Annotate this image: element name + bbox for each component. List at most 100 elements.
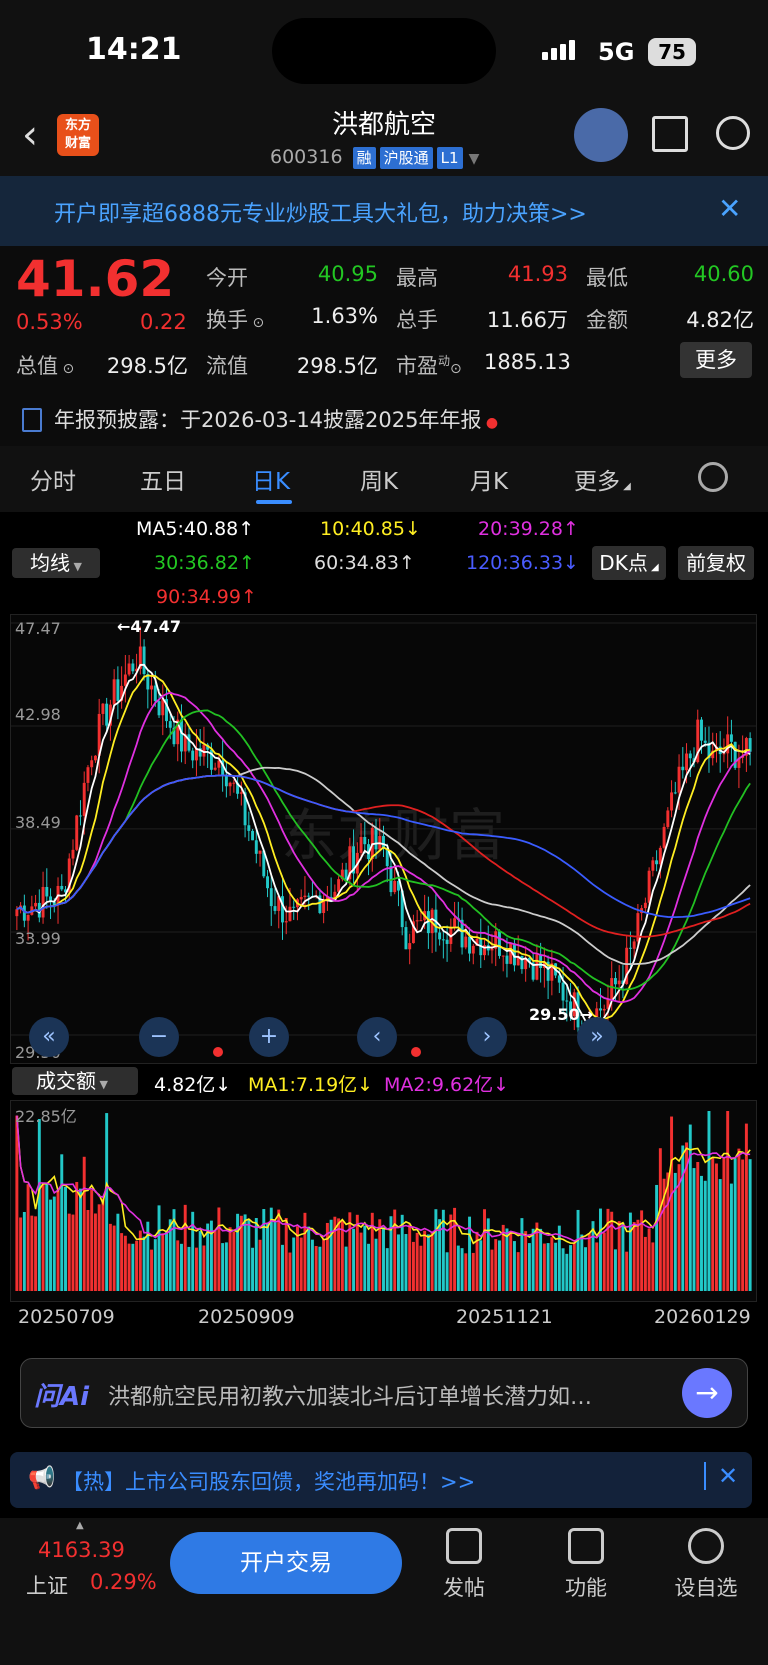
close-icon[interactable]: ✕ (718, 1462, 738, 1490)
dk-point-button[interactable]: DK点 ◢ (592, 546, 666, 580)
candle (213, 767, 217, 770)
candle (561, 982, 565, 1001)
volume-bar (101, 1198, 105, 1291)
volume-chart[interactable]: 22.85亿 (10, 1100, 757, 1302)
search-icon[interactable] (716, 116, 750, 150)
notice-text[interactable]: 年报预披露：于2026-03-14披露2025年年报 ● (54, 404, 498, 434)
kline-chart[interactable]: 东方财富 47.47 42.98 38.49 33.99 29.50 ←47.4… (10, 614, 757, 1064)
candle (105, 703, 109, 726)
volume-bar (281, 1244, 284, 1291)
ai-prompt-text[interactable]: 洪都航空民用初教六加装北斗后订单增长潜力如… (108, 1379, 592, 1411)
volume-bar (363, 1225, 367, 1291)
candle (703, 740, 707, 743)
volume-bar (430, 1231, 434, 1291)
scroll-left-icon[interactable]: ‹ (357, 1017, 397, 1057)
network-label: 5G (598, 38, 635, 66)
tab-monthly-k[interactable]: 月K (470, 462, 508, 496)
volume-ma2-line (16, 1115, 751, 1242)
candle (232, 782, 236, 784)
zoom-in-icon[interactable]: + (249, 1017, 289, 1057)
volume-bar (516, 1252, 520, 1291)
index-name[interactable]: 上证 (26, 1570, 68, 1600)
add-watchlist-button[interactable]: 设自选 (666, 1528, 746, 1602)
volume-bar (150, 1249, 154, 1291)
candle (404, 927, 408, 950)
volume-bar (378, 1219, 382, 1291)
zoom-out-icon[interactable]: − (139, 1017, 179, 1057)
volume-bar (292, 1237, 296, 1291)
pe-label: 市盈动⊙ (396, 354, 462, 378)
promo-text[interactable]: 开户即享超6888元专业炒股工具大礼包，助力决策>> (54, 196, 587, 228)
stock-code-row[interactable]: 600316 融沪股通 L1 ▼ (270, 146, 479, 169)
candle (86, 767, 90, 783)
candle (284, 921, 288, 923)
tab-five-day[interactable]: 五日 (140, 462, 186, 496)
turnover-label: 换手 ⊙ (206, 308, 265, 332)
candle (673, 792, 677, 794)
volume-bar (606, 1208, 610, 1291)
fast-forward-icon[interactable]: » (577, 1017, 617, 1057)
more-button[interactable]: 更多 (680, 342, 752, 378)
volume-bar (254, 1218, 258, 1291)
ma-selector[interactable]: 均线 ▼ (12, 548, 100, 578)
hot-news-text[interactable]: 【热】上市公司股东回馈，奖池再加码！>> (62, 1466, 475, 1496)
volume-bar (744, 1123, 748, 1291)
open-account-trade-button[interactable]: 开户交易 (170, 1532, 402, 1594)
active-tab-indicator (256, 500, 292, 504)
index-value[interactable]: 4163.39 (38, 1538, 125, 1562)
assistant-avatar-icon[interactable] (574, 108, 628, 162)
volume-bar (696, 1162, 700, 1291)
share-icon[interactable] (652, 116, 688, 152)
volume-bar (19, 1217, 23, 1291)
volume-bar (726, 1111, 730, 1291)
more-dots-icon (688, 1528, 724, 1564)
candle (685, 753, 689, 771)
volume-bar (681, 1145, 685, 1291)
volume-bar (165, 1231, 168, 1291)
tab-weekly-k[interactable]: 周K (360, 462, 398, 496)
function-button[interactable]: 功能 (546, 1528, 626, 1602)
arrow-right-icon[interactable]: → (682, 1368, 732, 1418)
tab-daily-k[interactable]: 日K (252, 462, 290, 496)
close-icon[interactable]: ✕ (718, 192, 741, 225)
settings-gear-icon[interactable] (698, 462, 728, 492)
volume-bar (247, 1219, 251, 1291)
date-label: 20251121 (456, 1306, 553, 1328)
tab-intraday[interactable]: 分时 (30, 462, 76, 496)
volume-label: 总手 (396, 308, 438, 332)
volume-bar (460, 1248, 464, 1291)
candle (599, 1008, 602, 1011)
candle (408, 943, 412, 950)
volume-bar (30, 1215, 34, 1291)
candle (247, 825, 251, 831)
volume-bar (34, 1216, 38, 1291)
volume-selector[interactable]: 成交额 ▼ (12, 1067, 138, 1095)
edit-icon (446, 1528, 482, 1564)
tab-more[interactable]: 更多 ◢ (574, 462, 631, 496)
index-pct[interactable]: 0.29% (90, 1570, 157, 1594)
volume-bar (471, 1252, 475, 1291)
volume-bar (718, 1179, 722, 1291)
adjust-button[interactable]: 前复权 (678, 546, 754, 580)
volume-bar (176, 1240, 180, 1291)
grid-icon (568, 1528, 604, 1564)
candle (419, 920, 423, 922)
candle (393, 880, 397, 893)
volume-bar (258, 1239, 262, 1291)
volume-bar (382, 1227, 385, 1291)
indicator-dot (213, 1047, 223, 1057)
volume-bar (445, 1252, 449, 1291)
watermark: 东方财富 (281, 804, 505, 869)
y-label-max: 47.47 (15, 619, 61, 638)
candle (688, 753, 692, 759)
post-button[interactable]: 发帖 (424, 1528, 504, 1602)
volume-bar (266, 1223, 269, 1291)
volume-bar (303, 1212, 307, 1291)
candle (501, 955, 505, 957)
scroll-right-icon[interactable]: › (467, 1017, 507, 1057)
last-price: 41.62 (16, 250, 175, 308)
volume-bar (610, 1211, 614, 1291)
y-label-3: 38.49 (15, 813, 61, 832)
volume-bar (449, 1214, 453, 1291)
fast-backward-icon[interactable]: « (29, 1017, 69, 1057)
